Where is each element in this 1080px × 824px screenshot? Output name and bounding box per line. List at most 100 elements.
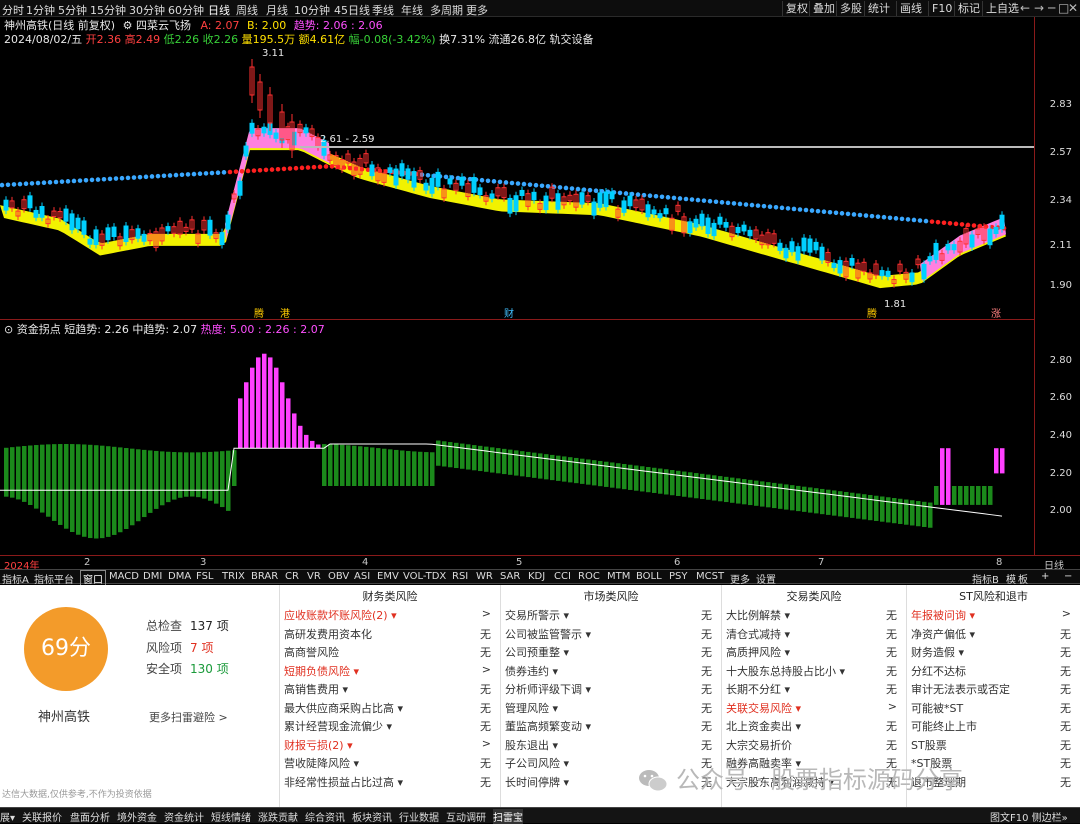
mark-button[interactable]: 标记 xyxy=(954,1,980,16)
sub-chart-title[interactable]: 资金拐点 xyxy=(17,323,61,336)
more-scan-link[interactable]: 更多扫雷避险 > xyxy=(149,709,228,725)
risk-item[interactable]: 北上资金卖出 ▾ 无 xyxy=(726,718,903,736)
back-icon[interactable]: ← xyxy=(1020,1,1030,15)
period-tab[interactable]: 1分钟 xyxy=(26,2,55,18)
period-tab[interactable]: 10分钟 xyxy=(294,2,330,18)
risk-item[interactable]: 关联交易风险 ▾ > xyxy=(726,700,903,718)
risk-item[interactable]: 净资产偏低 ▾ 无 xyxy=(911,626,1077,644)
risk-item[interactable]: 大宗交易折价 无 xyxy=(726,737,903,755)
indicator-tab[interactable]: 指标平台 xyxy=(34,571,74,586)
risk-item[interactable]: 营收陡降风险 ▾ 无 xyxy=(284,755,497,773)
period-tab[interactable]: 周线 xyxy=(236,2,258,18)
bottom-tab[interactable]: 盘面分析 xyxy=(70,809,110,824)
indicator-tab-b[interactable]: 指标B xyxy=(972,571,999,586)
risk-item[interactable]: 累计经营现金流偏少 ▾ 无 xyxy=(284,718,497,736)
bottom-tab[interactable]: 行业数据 xyxy=(399,809,439,824)
f10-button[interactable]: F10 xyxy=(928,1,952,16)
indicator-tab[interactable]: BRAR xyxy=(251,571,278,582)
close-icon[interactable]: ✕ xyxy=(1068,1,1078,15)
indicator-tab[interactable]: VR xyxy=(307,571,321,582)
risk-item[interactable]: 交易所警示 ▾ 无 xyxy=(505,607,718,625)
minimize-icon[interactable]: ─ xyxy=(1048,1,1055,15)
indicator-tab[interactable]: TRIX xyxy=(222,571,245,582)
add-window-button[interactable]: + xyxy=(1041,571,1049,582)
overlay-button[interactable]: 叠加 xyxy=(809,1,835,16)
bottom-tab[interactable]: 展▾ xyxy=(0,809,15,824)
risk-item[interactable]: 审计无法表示或否定 无 xyxy=(911,681,1077,699)
indicator-tab[interactable]: FSL xyxy=(196,571,214,582)
risk-item[interactable]: 高商誉风险 无 xyxy=(284,644,497,662)
collapse-icon[interactable]: ⊙ xyxy=(4,323,13,336)
template-tab[interactable]: 模 xyxy=(1006,571,1016,586)
indicator-tab[interactable]: SAR xyxy=(500,571,520,582)
remove-window-button[interactable]: − xyxy=(1064,571,1072,582)
template-tab[interactable]: 板 xyxy=(1018,571,1028,586)
forward-icon[interactable]: → xyxy=(1034,1,1044,15)
bottom-tab-active[interactable]: 扫雷宝 xyxy=(493,809,523,824)
event-label[interactable]: 腾 xyxy=(867,305,877,320)
risk-item[interactable]: 大比例解禁 ▾ 无 xyxy=(726,607,903,625)
bottom-tab[interactable]: 综合资讯 xyxy=(305,809,345,824)
indicator-tab[interactable]: MCST xyxy=(696,571,724,582)
bottom-tab[interactable]: 关联报价 xyxy=(22,809,62,824)
risk-item[interactable]: 应收账款坏账风险(2) ▾ > xyxy=(284,607,497,625)
indicator-tab[interactable]: KDJ xyxy=(528,571,545,582)
risk-item[interactable]: ST股票 无 xyxy=(911,737,1077,755)
period-tab[interactable]: 年线 xyxy=(401,2,423,18)
stats-button[interactable]: 统计 xyxy=(864,1,890,16)
price-and-fund-chart[interactable] xyxy=(0,17,1034,569)
period-tab[interactable]: 多周期 xyxy=(430,2,463,18)
risk-item[interactable]: 可能被*ST 无 xyxy=(911,700,1077,718)
add-favorite-button[interactable]: 上自选 xyxy=(982,1,1019,16)
bottom-tab[interactable]: 板块资讯 xyxy=(352,809,392,824)
risk-item[interactable]: 管理风险 ▾ 无 xyxy=(505,700,718,718)
period-tab-daily[interactable]: 日线 xyxy=(208,2,230,18)
indicator-tab[interactable]: ROC xyxy=(578,571,600,582)
event-label[interactable]: 财 xyxy=(504,305,514,320)
bottom-tab[interactable]: 短线情绪 xyxy=(211,809,251,824)
period-tab[interactable]: 分时 xyxy=(2,2,24,18)
period-tab[interactable]: 60分钟 xyxy=(168,2,204,18)
sidebar-toggle[interactable]: 图文F10 侧边栏» xyxy=(990,809,1068,824)
bottom-tab[interactable]: 涨跌贡献 xyxy=(258,809,298,824)
risk-item[interactable]: 年报被问询 ▾ > xyxy=(911,607,1077,625)
indicator-tab[interactable]: 指标A xyxy=(2,571,29,586)
indicator-tab[interactable]: ASI xyxy=(354,571,370,582)
event-label[interactable]: 涨 xyxy=(991,305,1001,320)
indicator-tab[interactable]: DMA xyxy=(168,571,191,582)
indicator-tab[interactable]: WR xyxy=(476,571,493,582)
risk-item[interactable]: 分红不达标 无 xyxy=(911,663,1077,681)
draw-button[interactable]: 画线 xyxy=(896,1,922,16)
indicator-tab-more[interactable]: 更多 xyxy=(730,571,750,586)
risk-item[interactable]: 最大供应商采购占比高 ▾ 无 xyxy=(284,700,497,718)
event-label[interactable]: 腾 xyxy=(254,305,264,320)
risk-item[interactable]: 长期不分红 ▾ 无 xyxy=(726,681,903,699)
indicator-tab[interactable]: RSI xyxy=(452,571,468,582)
period-tab[interactable]: 30分钟 xyxy=(129,2,165,18)
indicator-tab[interactable]: BOLL xyxy=(636,571,662,582)
indicator-tab[interactable]: OBV xyxy=(328,571,349,582)
multi-stock-button[interactable]: 多股 xyxy=(836,1,862,16)
indicator-tab[interactable]: MTM xyxy=(607,571,630,582)
risk-item[interactable]: 高质押风险 ▾ 无 xyxy=(726,644,903,662)
indicator-settings[interactable]: 设置 xyxy=(756,571,776,586)
risk-item[interactable]: 公司预重整 ▾ 无 xyxy=(505,644,718,662)
risk-item[interactable]: 短期负债风险 ▾ > xyxy=(284,663,497,681)
risk-item[interactable]: 公司被监管警示 ▾ 无 xyxy=(505,626,718,644)
risk-item[interactable]: 董监高频繁变动 ▾ 无 xyxy=(505,718,718,736)
indicator-tab[interactable]: VOL-TDX xyxy=(403,571,446,582)
risk-item[interactable]: 财报亏损(2) ▾ > xyxy=(284,737,497,755)
risk-item[interactable]: 股东退出 ▾ 无 xyxy=(505,737,718,755)
period-tab[interactable]: 45日线 xyxy=(334,2,370,18)
fq-button[interactable]: 复权 xyxy=(782,1,808,16)
period-tab[interactable]: 15分钟 xyxy=(90,2,126,18)
risk-item[interactable]: 可能终止上市 无 xyxy=(911,718,1077,736)
event-label[interactable]: 港 xyxy=(280,305,290,320)
risk-item[interactable]: 清仓式减持 ▾ 无 xyxy=(726,626,903,644)
risk-item[interactable]: 财务造假 ▾ 无 xyxy=(911,644,1077,662)
risk-item[interactable]: 债券违约 ▾ 无 xyxy=(505,663,718,681)
period-tab-more[interactable]: 更多 xyxy=(466,2,488,18)
bottom-tab[interactable]: 资金统计 xyxy=(164,809,204,824)
indicator-tab[interactable]: CR xyxy=(285,571,299,582)
indicator-tab[interactable]: MACD xyxy=(109,571,139,582)
